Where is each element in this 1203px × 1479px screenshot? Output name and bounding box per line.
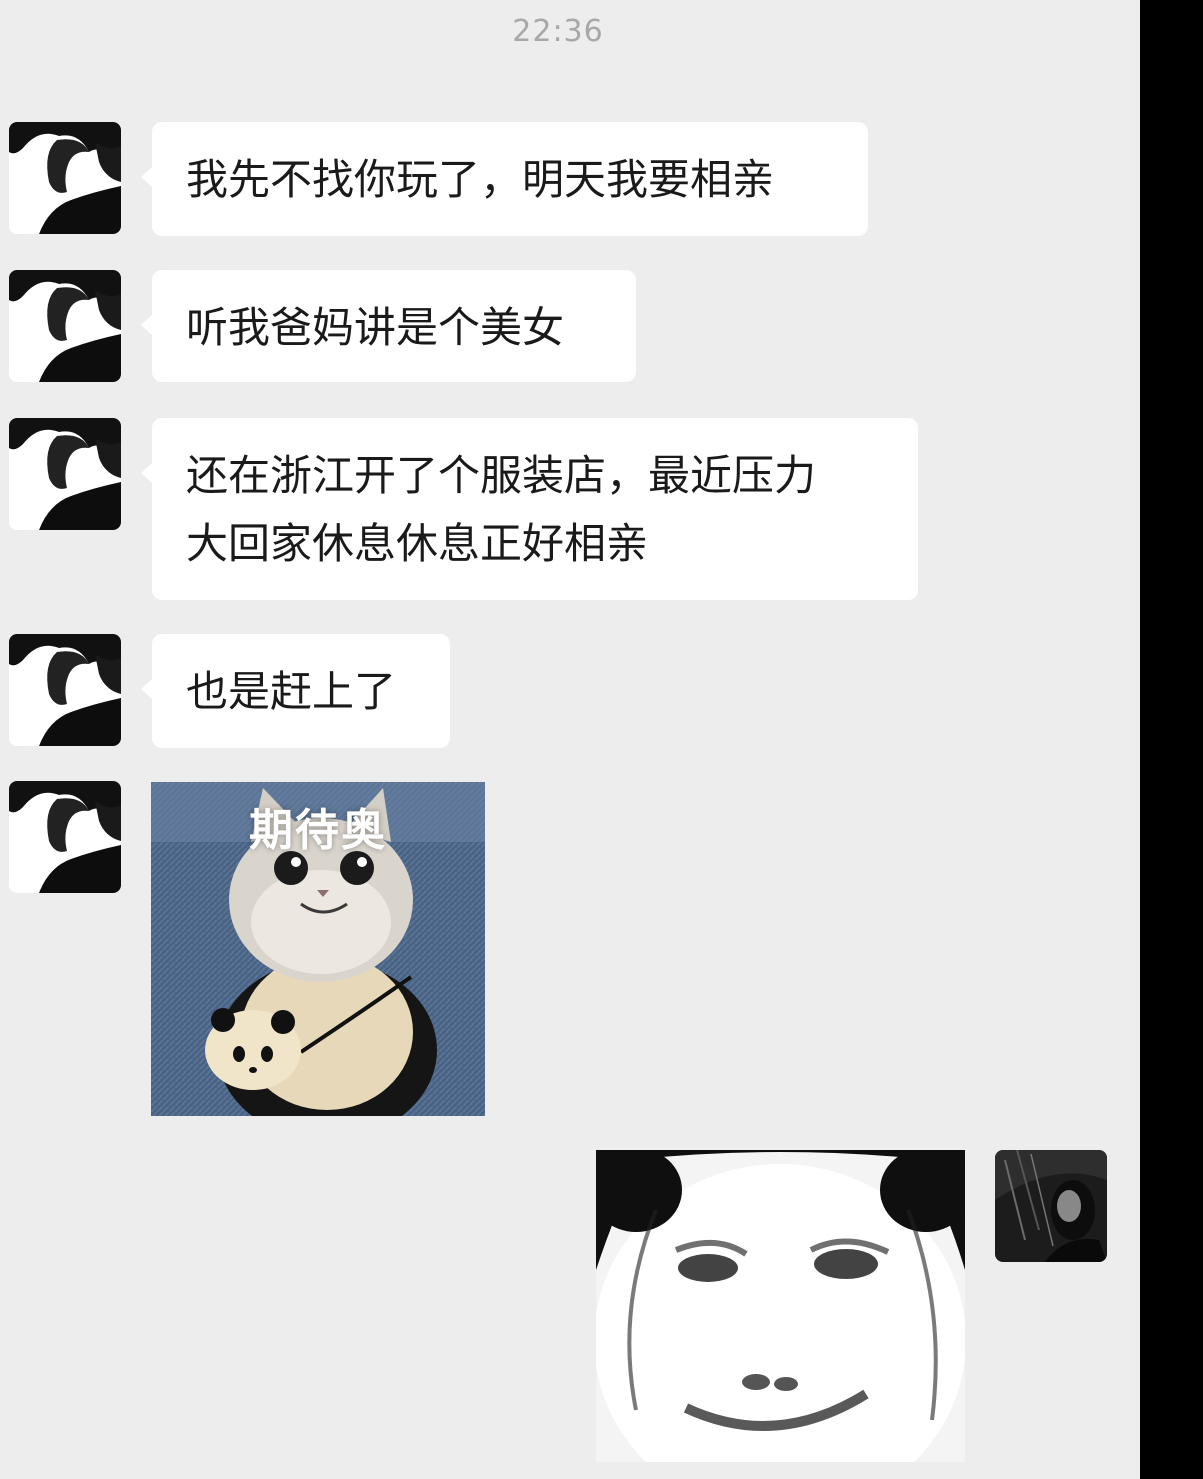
message-text: 我先不找你玩了，明天我要相亲 — [186, 155, 775, 204]
contact-avatar[interactable] — [9, 634, 121, 746]
contact-avatar[interactable] — [9, 270, 121, 382]
message-text: 也是赶上了 — [186, 667, 397, 716]
message-text: 听我爸妈讲是个美女 — [186, 303, 565, 352]
message-bubble[interactable]: 也是赶上了 — [141, 634, 450, 748]
contact-avatar-image — [9, 634, 121, 746]
contact-avatar-image — [9, 781, 121, 893]
message-bubble[interactable]: 还在浙江开了个服装店，最近压力 大回家休息休息正好相亲 — [141, 418, 918, 600]
message-timestamp: 22:36 — [512, 14, 604, 49]
contact-avatar-image — [9, 122, 121, 234]
contact-avatar-image — [9, 418, 121, 530]
cat-in-panda-costume-sticker[interactable]: 期待奥 — [151, 782, 485, 1116]
message-text-line: 大回家休息休息正好相亲 — [186, 519, 649, 568]
screen-edge-bar — [1140, 0, 1203, 1479]
contact-avatar[interactable] — [9, 418, 121, 530]
contact-avatar[interactable] — [9, 122, 121, 234]
chat-screen: 22:36 我先不找你玩了，明天我要相亲 听我爸妈讲是个美女 还在浙江开了个服装… — [0, 0, 1140, 1479]
panda-face-meme-sticker[interactable] — [596, 1150, 965, 1462]
sticker-caption: 期待奥 — [249, 805, 387, 856]
panda-sticker-image — [596, 1150, 965, 1462]
contact-avatar-image — [9, 270, 121, 382]
self-avatar-image — [995, 1150, 1107, 1262]
message-text-line: 还在浙江开了个服装店，最近压力 — [186, 451, 817, 500]
self-avatar[interactable] — [995, 1150, 1107, 1262]
message-bubble[interactable]: 我先不找你玩了，明天我要相亲 — [141, 122, 868, 236]
message-bubble[interactable]: 听我爸妈讲是个美女 — [141, 270, 636, 382]
contact-avatar[interactable] — [9, 781, 121, 893]
